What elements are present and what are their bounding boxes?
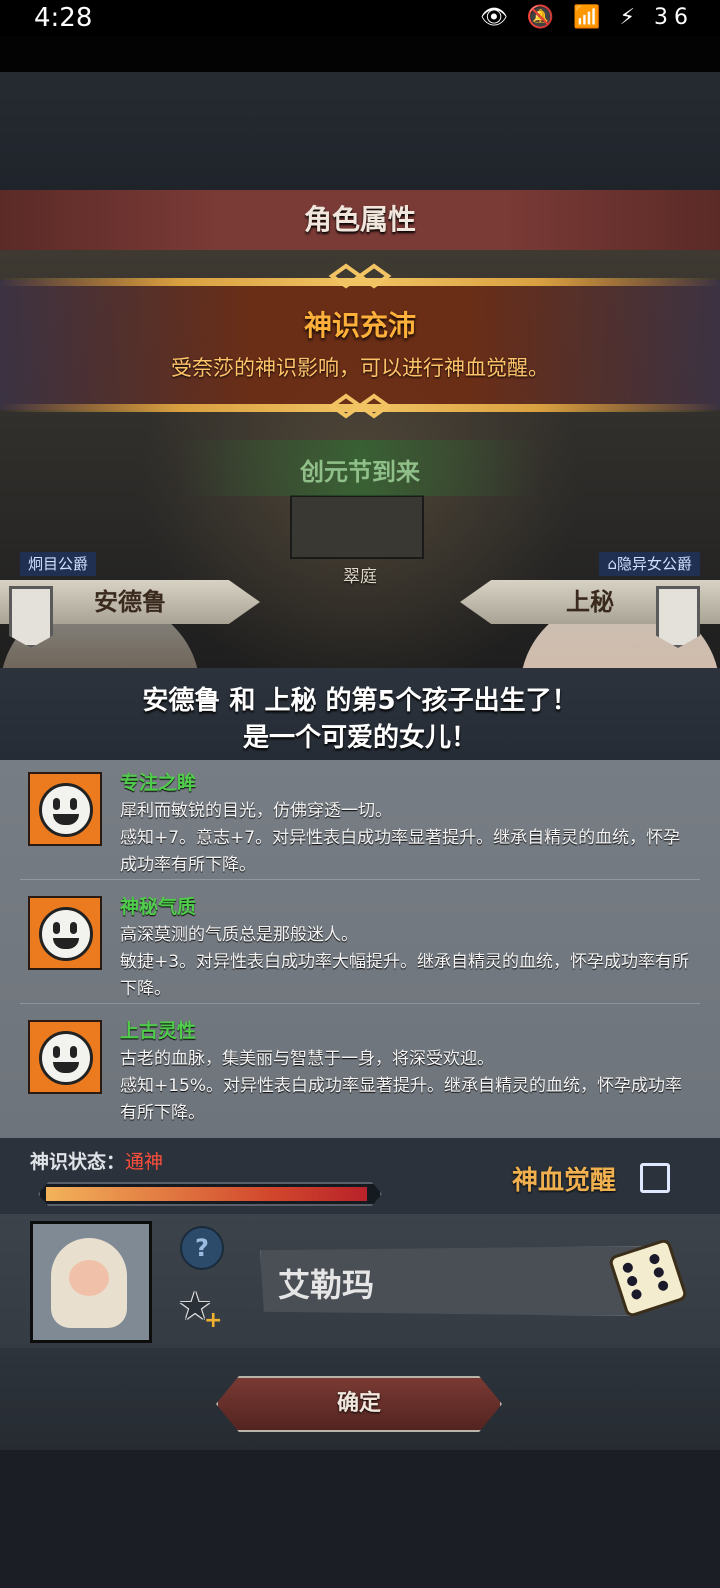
home-icon: ⌂ (607, 555, 617, 573)
birth-line-2: 是一个可爱的女儿！ (242, 723, 477, 753)
trait-name: 专注之眸 (120, 772, 197, 794)
trait-item[interactable]: 神秘气质 高深莫测的气质总是那般迷人。 敏捷+3。对异性表白成功率大幅提升。继承… (0, 884, 720, 1004)
event-description: 受奈莎的神识影响，可以进行神血觉醒。 (171, 356, 549, 380)
trait-description: 高深莫测的气质总是那般迷人。 敏捷+3。对异性表白成功率大幅提升。继承自精灵的血… (120, 922, 690, 1003)
mother-title: ⌂隐异女公爵 (599, 552, 700, 576)
birth-line-1: 安德鲁 和 上秘 的第5个孩子出生了！ (142, 686, 578, 716)
mother-shield-icon[interactable] (656, 586, 700, 648)
divider (20, 1003, 700, 1004)
divine-state-value: 通神 (125, 1151, 164, 1173)
trait-description: 古老的血脉，集美丽与智慧于一身，将深受欢迎。 感知+15%。对异性表白成功率显著… (120, 1046, 690, 1127)
traits-list: 专注之眸 犀利而敏锐的目光，仿佛穿透一切。 感知+7。意志+7。对异性表白成功率… (0, 760, 720, 1138)
help-icon[interactable]: ? (180, 1226, 224, 1270)
panel-title: 角色属性 (0, 190, 720, 250)
top-black-band (0, 36, 720, 72)
child-name-value[interactable]: 艾勒玛 (278, 1260, 374, 1306)
mother-title-text: 隐异女公爵 (616, 555, 692, 573)
smiley-trait-icon (28, 896, 102, 970)
divine-state-label: 神识状态：通神 (30, 1147, 163, 1174)
awaken-checkbox[interactable] (640, 1163, 670, 1193)
trait-effect: 敏捷+3。对异性表白成功率大幅提升。继承自精灵的血统，怀孕成功率有所下降。 (120, 952, 690, 999)
divider (20, 879, 700, 880)
battery-level: 36 (654, 5, 694, 30)
trait-flavor: 古老的血脉，集美丽与智慧于一身，将深受欢迎。 (120, 1049, 494, 1069)
status-time: 4:28 (34, 3, 93, 33)
smiley-trait-icon (28, 772, 102, 846)
event-title: 神识充沛 (303, 309, 416, 342)
trait-flavor: 犀利而敏锐的目光，仿佛穿透一切。 (120, 801, 392, 821)
awaken-label[interactable]: 神血觉醒 (512, 1160, 616, 1197)
divine-progress-bar (38, 1182, 382, 1206)
status-icon-glyphs: 👁 🔕 📶 ⚡ (479, 5, 641, 30)
trait-item[interactable]: 专注之眸 犀利而敏锐的目光，仿佛穿透一切。 感知+7。意志+7。对异性表白成功率… (0, 760, 720, 880)
trait-description: 犀利而敏锐的目光，仿佛穿透一切。 感知+7。意志+7。对异性表白成功率显著提升。… (120, 798, 690, 879)
knot-ornament-icon (328, 263, 392, 289)
knot-ornament-icon (328, 393, 392, 419)
divine-progress-fill (46, 1187, 367, 1201)
footer-area (0, 1450, 720, 1588)
star-plus-icon: + (204, 1308, 223, 1333)
trait-item[interactable]: 上古灵性 古老的血脉，集美丽与智慧于一身，将深受欢迎。 感知+15%。对异性表白… (0, 1008, 720, 1128)
confirm-button[interactable]: 确定 (216, 1376, 502, 1432)
child-avatar[interactable] (30, 1221, 152, 1343)
status-icons: 👁 🔕 📶 ⚡ 36 (480, 0, 694, 36)
status-bar: 4:28 👁 🔕 📶 ⚡ 36 (0, 0, 720, 36)
father-shield-icon[interactable] (9, 586, 53, 648)
trait-name: 神秘气质 (120, 896, 197, 918)
divine-state-label-text: 神识状态： (30, 1151, 126, 1173)
event-banner (0, 280, 720, 410)
dimmed-background (0, 72, 720, 190)
festival-text: 创元节到来 (300, 458, 420, 486)
trait-effect: 感知+15%。对异性表白成功率显著提升。继承自精灵的血统，怀孕成功率有所下降。 (120, 1076, 683, 1123)
trait-flavor: 高深莫测的气质总是那般迷人。 (120, 925, 358, 945)
baby-portrait (51, 1238, 127, 1328)
trait-name: 上古灵性 (120, 1020, 197, 1042)
father-title: 炯目公爵 (20, 552, 97, 576)
smiley-trait-icon (28, 1020, 102, 1094)
trait-effect: 感知+7。意志+7。对异性表白成功率显著提升。继承自精灵的血统，怀孕成功率有所下… (120, 828, 681, 875)
castle-icon (290, 495, 424, 559)
